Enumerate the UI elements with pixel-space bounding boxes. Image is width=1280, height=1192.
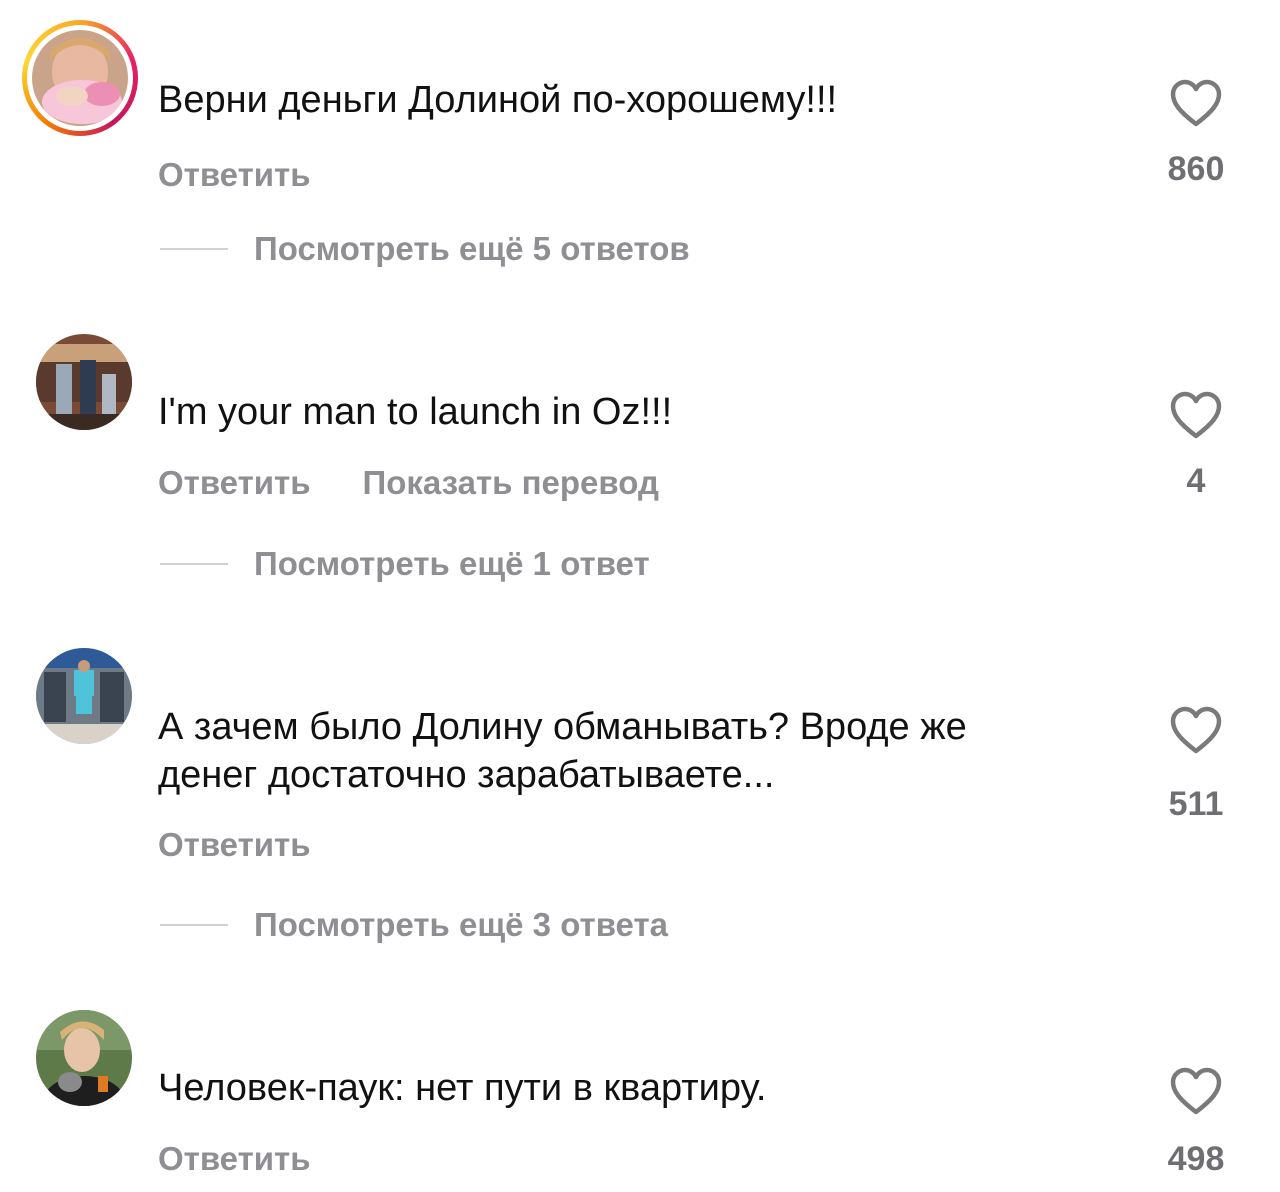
show-translation-button[interactable]: Показать перевод <box>363 464 659 502</box>
heart-outline-icon[interactable] <box>1169 390 1223 440</box>
like-count: 498 <box>1167 1140 1225 1178</box>
like-control: 4 <box>1160 390 1232 501</box>
replies-divider <box>160 248 228 250</box>
reply-button[interactable]: Ответить <box>158 1140 311 1178</box>
replies-divider <box>160 563 228 565</box>
story-ring[interactable] <box>22 20 138 136</box>
view-replies[interactable]: Посмотреть ещё 1 ответ <box>160 545 650 583</box>
like-control: 511 <box>1160 705 1232 824</box>
like-count: 860 <box>1167 150 1225 188</box>
view-replies-label[interactable]: Посмотреть ещё 1 ответ <box>254 545 650 583</box>
reply-button[interactable]: Ответить <box>158 464 311 502</box>
comment-text: А зачем было Долину обманывать? Вроде же… <box>158 706 967 796</box>
comment-actions: Ответить Показать перевод <box>158 464 659 502</box>
view-replies-label[interactable]: Посмотреть ещё 5 ответов <box>254 230 690 268</box>
replies-divider <box>160 924 228 926</box>
like-count: 511 <box>1168 785 1224 823</box>
like-count: 4 <box>1186 462 1206 500</box>
comment-actions: Ответить <box>158 826 311 864</box>
avatar[interactable] <box>36 334 132 430</box>
view-replies[interactable]: Посмотреть ещё 3 ответа <box>160 906 668 944</box>
avatar[interactable] <box>32 30 128 126</box>
reply-button[interactable]: Ответить <box>158 826 311 864</box>
reply-button[interactable]: Ответить <box>158 156 311 194</box>
comment-text: Верни деньги Долиной по-хорошему!!! <box>158 79 838 121</box>
heart-outline-icon[interactable] <box>1169 705 1223 755</box>
comment-actions: Ответить <box>158 156 311 194</box>
comment-text: I'm your man to launch in Oz!!! <box>158 391 673 433</box>
view-replies[interactable]: Посмотреть ещё 5 ответов <box>160 230 690 268</box>
comment-text: Человек-паук: нет пути в квартиру. <box>158 1067 767 1109</box>
view-replies-label[interactable]: Посмотреть ещё 3 ответа <box>254 906 668 944</box>
like-control: 498 <box>1160 1066 1232 1179</box>
like-control: 860 <box>1160 78 1232 189</box>
avatar[interactable] <box>36 648 132 744</box>
heart-outline-icon[interactable] <box>1169 78 1223 128</box>
heart-outline-icon[interactable] <box>1169 1066 1223 1116</box>
avatar[interactable] <box>36 1010 132 1106</box>
comment-actions: Ответить <box>158 1140 311 1178</box>
